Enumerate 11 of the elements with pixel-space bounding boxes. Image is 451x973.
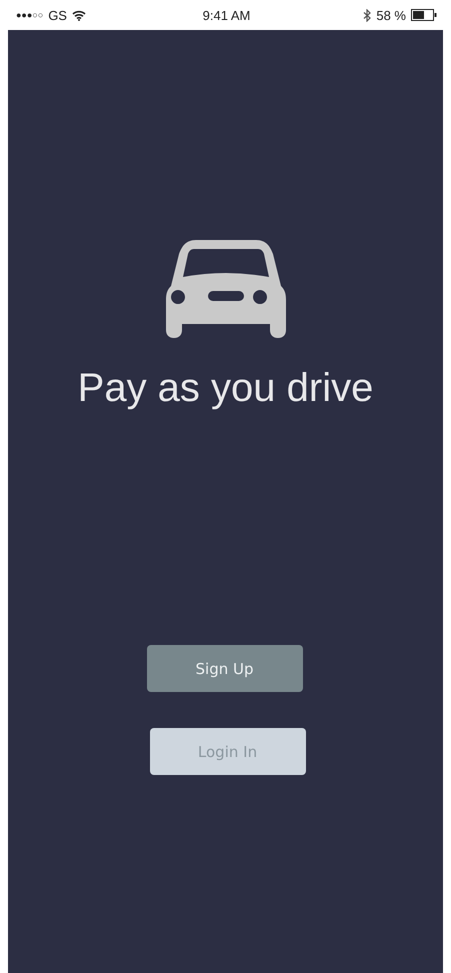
signal-dots: ●●●○○ xyxy=(16,10,44,20)
bluetooth-icon xyxy=(363,8,372,22)
status-time: 9:41 AM xyxy=(202,8,250,22)
battery-percent: 58 % xyxy=(376,8,406,22)
carrier-name: GS xyxy=(48,8,67,22)
wifi-icon xyxy=(72,10,86,20)
app-title: Pay as you drive xyxy=(78,366,374,411)
battery-icon xyxy=(410,9,437,21)
login-button[interactable]: Login In xyxy=(150,728,306,775)
car-icon xyxy=(166,240,286,338)
sign-up-button[interactable]: Sign Up xyxy=(146,645,302,692)
